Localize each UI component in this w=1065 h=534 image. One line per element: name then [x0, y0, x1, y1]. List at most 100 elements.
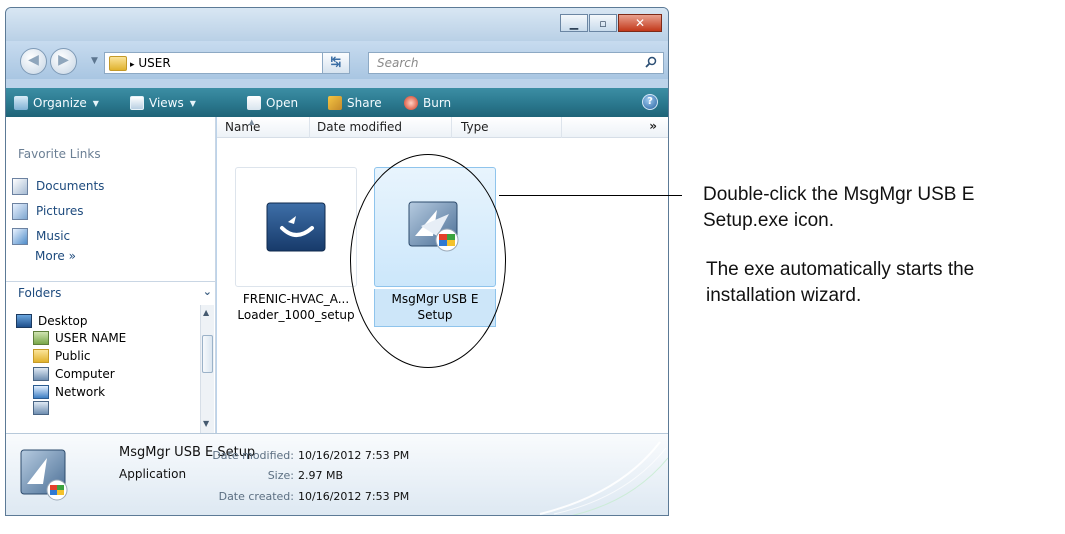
burn-icon: [404, 96, 418, 110]
title-bar: ▁ ▫ ✕: [6, 8, 668, 41]
organize-label: Organize: [33, 96, 87, 110]
sort-ascending-icon: ▲: [249, 118, 255, 126]
open-icon: [247, 96, 261, 110]
organize-button[interactable]: Organize ▼: [14, 94, 99, 112]
window-controls: ▁ ▫ ✕: [559, 14, 662, 32]
details-size: 2.97 MB: [298, 469, 344, 482]
refresh-button[interactable]: ↹: [322, 52, 350, 74]
forward-button[interactable]: ▶: [50, 48, 77, 75]
desktop-icon: [16, 314, 32, 328]
details-date-created-label: Date created:: [218, 490, 294, 503]
explorer-window: ▁ ▫ ✕ ◀ ▶ ▼ ▸ USER ▼ ↹ Search Orga: [5, 7, 669, 516]
column-divider[interactable]: [309, 117, 310, 138]
tree-item-public[interactable]: Public: [33, 347, 91, 365]
address-bar[interactable]: ▸ USER ▼: [104, 52, 350, 74]
thumbnail-frame: [235, 167, 357, 287]
installer-icon: [20, 449, 68, 501]
search-icon[interactable]: [645, 56, 657, 68]
annotation-line: Setup.exe icon.: [703, 210, 834, 231]
chevron-down-icon: ⌄: [202, 285, 212, 298]
control-panel-icon: [33, 401, 49, 415]
folders-header[interactable]: Folders ⌄: [6, 281, 216, 304]
details-date-created: 10/16/2012 7:53 PM: [298, 490, 410, 503]
views-icon: [130, 96, 144, 110]
chevron-down-icon: ▼: [189, 98, 196, 108]
tree-item-desktop[interactable]: Desktop: [16, 312, 88, 330]
callout-leader-line: [499, 195, 682, 196]
column-header: Name ▲ Date modified Type »: [217, 117, 668, 138]
scrollbar-thumb[interactable]: [202, 335, 213, 373]
back-button[interactable]: ◀: [20, 48, 47, 75]
navigation-pane: Favorite Links Documents Pictures Music …: [6, 117, 216, 433]
scroll-up-icon[interactable]: ▲: [203, 308, 209, 317]
organize-icon: [14, 96, 28, 110]
user-folder-icon: [33, 331, 49, 345]
more-link[interactable]: More »: [35, 249, 76, 263]
music-icon: [12, 227, 28, 245]
details-date-modified: 10/16/2012 7:53 PM: [298, 449, 410, 462]
app-icon: [266, 202, 326, 252]
favorite-label: Documents: [36, 179, 105, 193]
favorite-label: Pictures: [36, 204, 84, 218]
breadcrumb-user[interactable]: USER: [138, 56, 170, 70]
tree-item-partial[interactable]: [33, 401, 55, 415]
folders-scrollbar[interactable]: ▲ ▼: [200, 305, 214, 433]
favorite-label: Music: [36, 229, 71, 243]
views-label: Views: [149, 96, 184, 110]
file-label: FRENIC-HVAC_A... Loader_1000_setup: [235, 291, 357, 323]
details-pane: MsgMgr USB E Setup Application Date modi…: [6, 433, 668, 515]
favorite-links-heading: Favorite Links: [18, 147, 101, 161]
pictures-icon: [12, 202, 28, 220]
file-name-line2: Loader_1000_setup: [237, 308, 355, 322]
open-label: Open: [266, 96, 299, 110]
recent-pages-dropdown[interactable]: ▼: [91, 56, 98, 66]
maximize-button[interactable]: ▫: [589, 14, 617, 32]
annotation-note: The exe automatically starts the install…: [706, 257, 974, 309]
folders-heading: Folders: [18, 286, 62, 300]
views-button[interactable]: Views ▼: [130, 94, 196, 112]
open-button[interactable]: Open: [247, 94, 298, 112]
chevron-down-icon: ▼: [92, 98, 99, 108]
tree-item-user-name[interactable]: USER NAME: [33, 329, 126, 347]
column-name-label: Name: [225, 120, 261, 134]
column-name[interactable]: Name ▲: [225, 118, 261, 134]
annotation-step: Double-click the MsgMgr USB E Setup.exe …: [703, 182, 974, 234]
more-columns-button[interactable]: »: [649, 119, 657, 133]
favorite-pictures[interactable]: Pictures: [12, 202, 84, 220]
annotation-line: Double-click the MsgMgr USB E: [703, 184, 975, 205]
folder-icon: [33, 349, 49, 363]
column-divider[interactable]: [451, 117, 452, 138]
tree-item-computer[interactable]: Computer: [33, 365, 115, 383]
computer-icon: [33, 367, 49, 381]
column-type[interactable]: Type: [461, 120, 489, 134]
decorative-swirl: [539, 441, 668, 515]
tree-label: Network: [55, 385, 106, 399]
network-icon: [33, 385, 49, 399]
documents-icon: [12, 177, 28, 195]
share-icon: [328, 96, 342, 110]
favorite-music[interactable]: Music: [12, 227, 70, 245]
burn-button[interactable]: Burn: [404, 94, 451, 112]
search-input[interactable]: Search: [368, 52, 664, 74]
share-button[interactable]: Share: [328, 94, 382, 112]
close-button[interactable]: ✕: [618, 14, 662, 32]
scroll-down-icon[interactable]: ▼: [203, 419, 209, 428]
breadcrumb-separator-icon: ▸: [130, 60, 135, 70]
column-divider[interactable]: [561, 117, 562, 138]
forward-arrow-icon: ▶: [58, 52, 69, 68]
tree-label: Public: [55, 349, 91, 363]
share-label: Share: [347, 96, 382, 110]
tree-label: Desktop: [38, 314, 88, 328]
annotation-line: The exe automatically starts the: [706, 259, 975, 280]
close-icon: ✕: [634, 16, 646, 30]
minimize-button[interactable]: ▁: [560, 14, 588, 32]
search-placeholder: Search: [377, 56, 419, 70]
favorite-documents[interactable]: Documents: [12, 177, 104, 195]
minimize-icon: ▁: [569, 16, 579, 30]
tree-item-network[interactable]: Network: [33, 383, 105, 401]
annotation-line: installation wizard.: [706, 285, 862, 306]
help-icon[interactable]: ?: [642, 94, 658, 110]
tree-label: USER NAME: [55, 331, 127, 345]
column-date-modified[interactable]: Date modified: [317, 120, 402, 134]
file-tile-frenic[interactable]: FRENIC-HVAC_A... Loader_1000_setup: [235, 167, 357, 333]
